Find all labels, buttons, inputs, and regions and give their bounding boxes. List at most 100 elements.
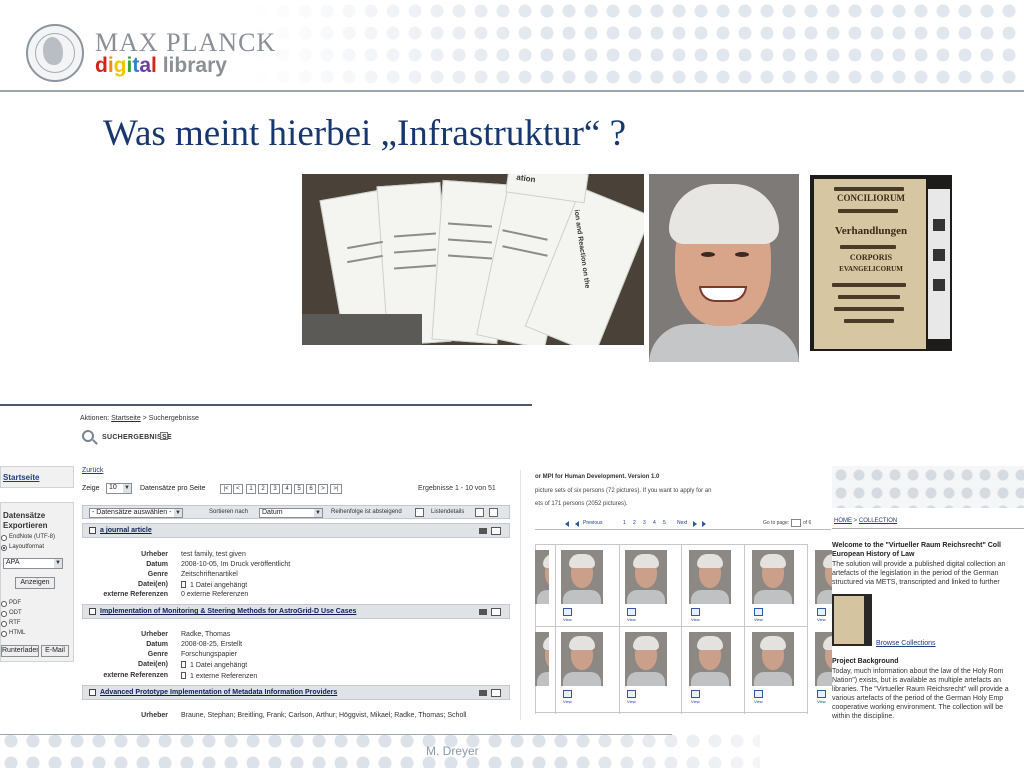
- view-icon[interactable]: [691, 608, 700, 616]
- view-icon[interactable]: [627, 608, 636, 616]
- collection-link[interactable]: COLLECTION: [859, 518, 897, 524]
- next-link[interactable]: Next: [677, 520, 687, 526]
- expand-icon[interactable]: [491, 689, 501, 697]
- radio-layoutformat[interactable]: [1, 545, 7, 551]
- view-icon[interactable]: [563, 608, 572, 616]
- page-button-3[interactable]: 3: [270, 484, 280, 494]
- page-last-button[interactable]: >|: [330, 484, 342, 494]
- portrait-thumbnail[interactable]: [815, 632, 832, 686]
- radio-odt[interactable]: [1, 611, 7, 617]
- radio-html[interactable]: [1, 631, 7, 637]
- portrait-thumbnail[interactable]: [815, 550, 832, 604]
- view-label[interactable]: View: [563, 699, 572, 704]
- detail-view-icon[interactable]: [489, 508, 498, 517]
- page-next-button[interactable]: >: [318, 484, 328, 494]
- citation-style-select[interactable]: APA ▼: [3, 558, 63, 569]
- view-label[interactable]: View: [691, 699, 700, 704]
- database-header: or MPI for Human Development. Version 1.…: [535, 474, 660, 480]
- expand-icon[interactable]: [491, 608, 501, 616]
- footer-author: M. Dreyer: [426, 744, 479, 758]
- home-link[interactable]: HOME: [834, 518, 852, 524]
- page-first-button[interactable]: |<: [220, 484, 232, 494]
- select-checkbox[interactable]: [89, 689, 96, 696]
- portrait-thumbnail[interactable]: [689, 550, 731, 604]
- sort-label: Sortieren nach: [209, 509, 249, 515]
- view-label[interactable]: View: [627, 699, 636, 704]
- page-button-4[interactable]: 4: [282, 484, 292, 494]
- goto-page-input[interactable]: [791, 519, 801, 527]
- next-page-icon[interactable]: [693, 521, 697, 527]
- select-checkbox[interactable]: [89, 608, 96, 615]
- per-page-label: Datensätze pro Seite: [140, 485, 206, 492]
- portrait-thumbnail[interactable]: [752, 632, 794, 686]
- breadcrumb-home-link[interactable]: Startseite: [111, 415, 141, 422]
- page-button-2[interactable]: 2: [258, 484, 268, 494]
- per-page-select[interactable]: 10 ▼: [106, 483, 132, 494]
- view-icon[interactable]: [817, 690, 826, 698]
- portrait-thumbnail[interactable]: [561, 632, 603, 686]
- header-divider: [0, 90, 1024, 92]
- show-button[interactable]: Anzeigen: [15, 577, 55, 589]
- view-label[interactable]: View: [563, 617, 572, 622]
- view-icon[interactable]: [754, 608, 763, 616]
- portrait-thumbnail[interactable]: [752, 550, 794, 604]
- view-icon[interactable]: [754, 690, 763, 698]
- radio-rtf[interactable]: [1, 621, 7, 627]
- page-prev-button[interactable]: <: [233, 484, 243, 494]
- collapse-icon[interactable]: [479, 690, 487, 696]
- last-page-icon[interactable]: [702, 521, 706, 527]
- collection-thumbnail[interactable]: [832, 594, 872, 646]
- portrait-thumbnail[interactable]: [689, 632, 731, 686]
- download-button[interactable]: Runterladen: [1, 645, 39, 657]
- view-label[interactable]: View: [754, 699, 763, 704]
- view-label[interactable]: View: [817, 699, 826, 704]
- portrait-thumbnail[interactable]: [625, 632, 667, 686]
- expand-icon[interactable]: [491, 527, 501, 535]
- result-title-link[interactable]: Advanced Prototype Implementation of Met…: [100, 689, 337, 696]
- export-panel: Datensätze Exportieren EndNote (UTF-8) L…: [0, 502, 74, 662]
- view-icon[interactable]: [691, 690, 700, 698]
- radio-endnote[interactable]: [1, 535, 7, 541]
- view-icon[interactable]: [817, 608, 826, 616]
- view-icon[interactable]: [627, 690, 636, 698]
- result-count: Ergebnisse 1 - 10 von 51: [418, 485, 496, 492]
- view-label[interactable]: View: [817, 617, 826, 622]
- portrait-thumbnail[interactable]: [535, 550, 549, 604]
- portrait-thumbnail[interactable]: [625, 550, 667, 604]
- help-icon[interactable]: [160, 432, 168, 440]
- view-label[interactable]: View: [691, 617, 700, 622]
- list-view-icon[interactable]: [475, 508, 484, 517]
- page-button-6[interactable]: 6: [306, 484, 316, 494]
- select-records-dropdown[interactable]: - Datensätze auswählen - ▼: [89, 508, 183, 518]
- prev-page-icon[interactable]: [575, 521, 579, 527]
- collapse-icon[interactable]: [479, 528, 487, 534]
- view-label[interactable]: View: [627, 617, 636, 622]
- sort-select[interactable]: Datum ▼: [259, 508, 323, 518]
- radio-pdf[interactable]: [1, 601, 7, 607]
- portrait-thumbnail[interactable]: [535, 632, 549, 686]
- brand-word-digital: digital: [95, 54, 157, 77]
- view-label[interactable]: View: [754, 617, 763, 622]
- chevron-down-icon: ▼: [174, 509, 182, 517]
- welcome-heading: Welcome to the "Virtueller Raum Reichsre…: [832, 542, 1001, 549]
- email-button[interactable]: E-Mail: [41, 645, 69, 657]
- view-icon[interactable]: [563, 690, 572, 698]
- sort-order-toggle-icon[interactable]: [415, 508, 424, 517]
- list-details-label: Listendetails: [431, 509, 465, 515]
- select-checkbox[interactable]: [89, 527, 96, 534]
- attachment-icon: [181, 581, 186, 588]
- result-title-link[interactable]: Implementation of Monitoring & Steering …: [100, 608, 356, 615]
- page-button-5[interactable]: 5: [294, 484, 304, 494]
- sidebar-start-link[interactable]: Startseite: [3, 473, 39, 482]
- browse-collections-link[interactable]: Browse Collections: [876, 640, 936, 647]
- first-page-icon[interactable]: [565, 521, 569, 527]
- slide-header: MAX PLANCK digital library: [0, 0, 1024, 92]
- back-link[interactable]: Zurück: [82, 467, 103, 474]
- previous-link[interactable]: Previous: [583, 520, 602, 526]
- collapse-icon[interactable]: [479, 609, 487, 615]
- result-title-link[interactable]: a journal article: [100, 527, 152, 534]
- brand-word-library: library: [162, 54, 227, 77]
- portrait-thumbnail[interactable]: [561, 550, 603, 604]
- page-button-1[interactable]: 1: [246, 484, 256, 494]
- result-row-header: a journal article: [82, 523, 510, 538]
